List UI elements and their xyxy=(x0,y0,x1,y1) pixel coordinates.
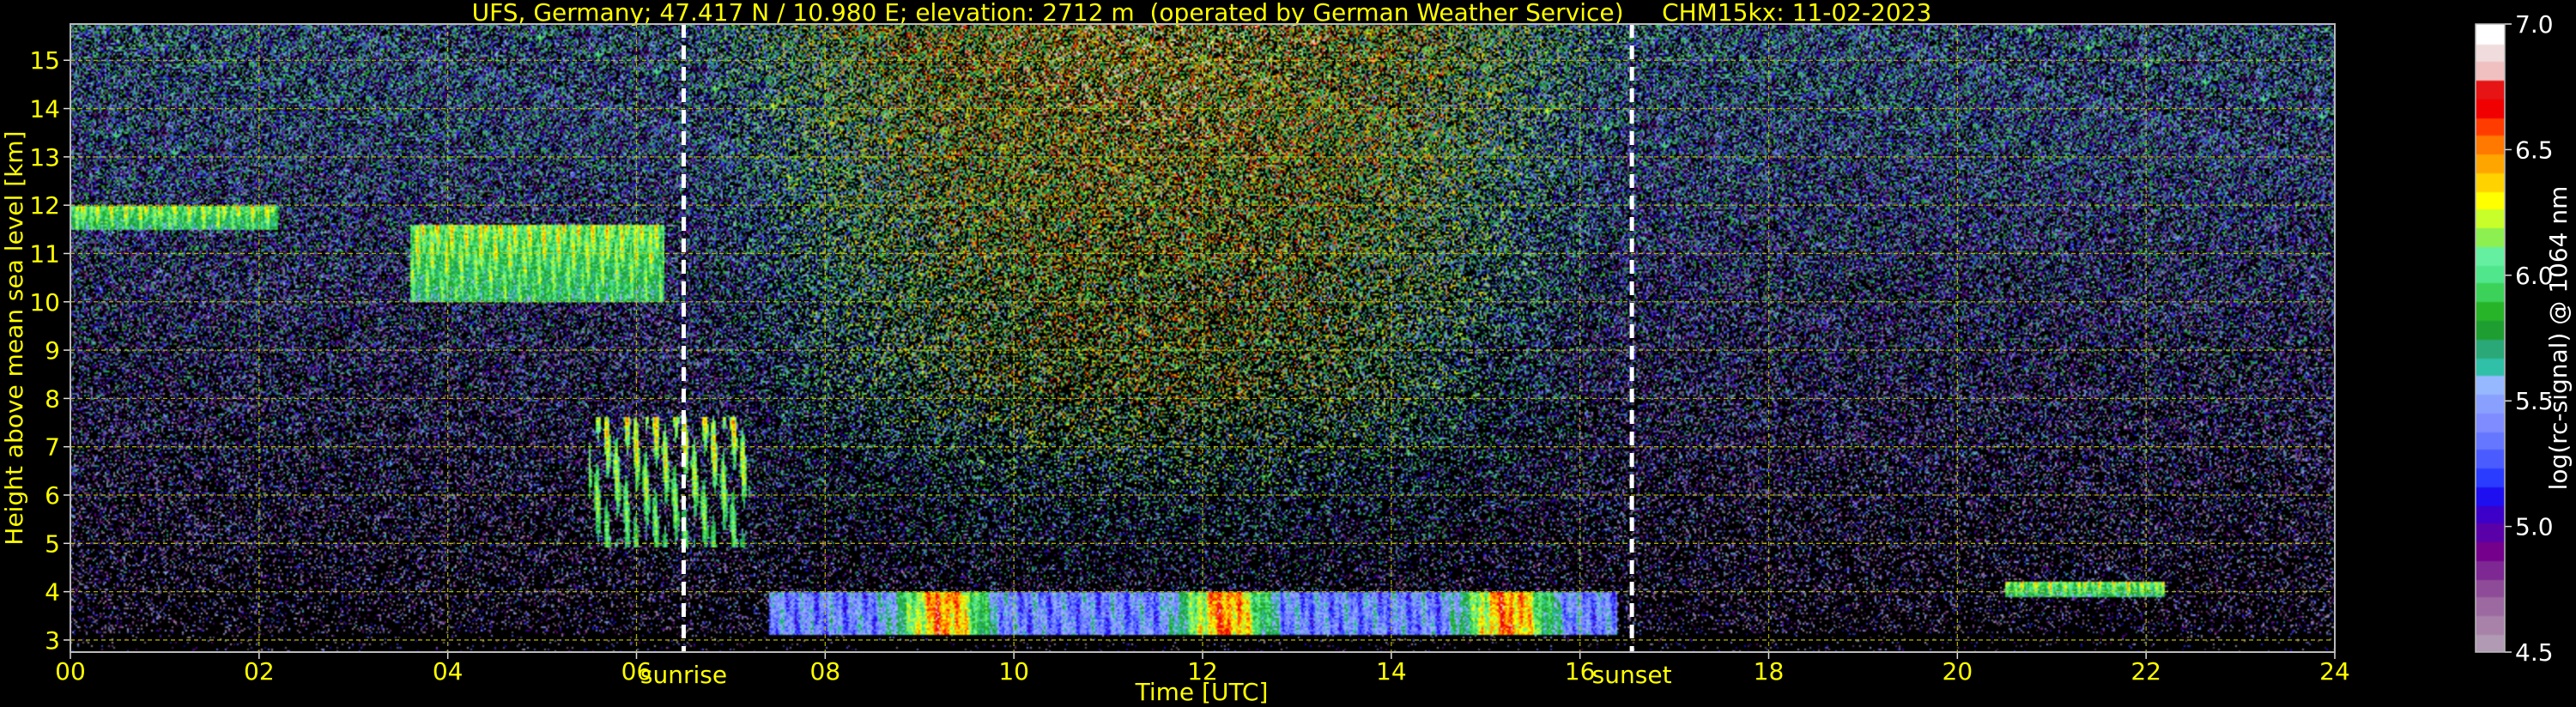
x-tick-label: 00 xyxy=(55,657,86,686)
y-tick-label: 6 xyxy=(45,481,60,510)
sun-events: sunrise sunset xyxy=(640,24,1672,689)
x-axis-label: Time [UTC] xyxy=(1135,678,1269,706)
x-tick-label: 16 xyxy=(1565,657,1596,686)
y-tick-label: 4 xyxy=(45,578,60,607)
x-tick-label: 24 xyxy=(2319,657,2350,686)
event-label-sunrise: sunrise xyxy=(640,661,727,689)
y-tick-label: 12 xyxy=(29,191,60,220)
x-tick-label: 04 xyxy=(433,657,464,686)
y-axis-ticks: 3 4 5 6 7 8 9 10 11 12 13 14 15 xyxy=(29,46,70,655)
y-tick-label: 13 xyxy=(29,143,60,172)
x-tick-label: 02 xyxy=(244,657,275,686)
y-axis-label: Height above mean sea level [km] xyxy=(0,130,28,545)
x-tick-label: 10 xyxy=(998,657,1029,686)
x-tick-label: 06 xyxy=(621,657,652,686)
colorbar-tick-label: 7.0 xyxy=(2515,10,2554,39)
gridlines xyxy=(70,24,2336,652)
chart-overlay: UFS, Germany; 47.417 N / 10.980 E; eleva… xyxy=(0,0,2573,706)
y-tick-label: 9 xyxy=(45,336,60,365)
y-tick-label: 5 xyxy=(45,529,60,558)
colorbar-label: log(rc-signal) @ 1064 nm xyxy=(2544,186,2573,491)
y-tick-label: 11 xyxy=(29,239,60,268)
colorbar-frame xyxy=(2475,23,2506,653)
colorbar-tick-label: 6.5 xyxy=(2515,136,2554,164)
y-tick-label: 7 xyxy=(45,433,60,462)
x-tick-label: 22 xyxy=(2131,657,2161,686)
x-tick-label: 14 xyxy=(1376,657,1407,686)
chart-title: UFS, Germany; 47.417 N / 10.980 E; eleva… xyxy=(472,0,1932,27)
y-tick-label: 8 xyxy=(45,384,60,413)
x-tick-label: 08 xyxy=(810,657,841,686)
y-tick-label: 15 xyxy=(29,46,60,75)
event-label-sunset: sunset xyxy=(1592,661,1672,689)
x-tick-label: 20 xyxy=(1943,657,1973,686)
y-tick-label: 3 xyxy=(45,626,60,655)
y-tick-label: 10 xyxy=(29,288,60,317)
ceilometer-figure: UFS, Germany; 47.417 N / 10.980 E; eleva… xyxy=(0,0,2576,707)
x-tick-label: 18 xyxy=(1754,657,1785,686)
y-tick-label: 14 xyxy=(29,95,60,124)
colorbar-tick-label: 4.5 xyxy=(2515,638,2554,667)
colorbar-tick-label: 5.0 xyxy=(2515,513,2554,541)
